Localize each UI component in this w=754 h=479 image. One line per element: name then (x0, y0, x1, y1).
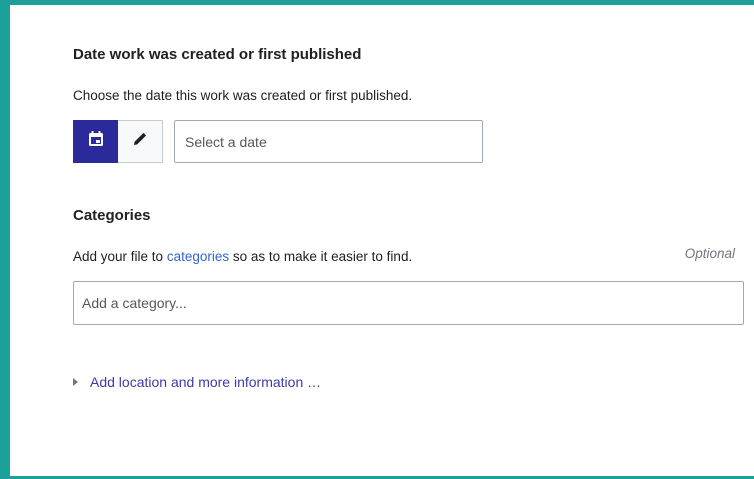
calendar-mode-button[interactable] (73, 120, 118, 163)
pencil-icon (131, 130, 149, 153)
categories-help-prefix: Add your file to (73, 249, 167, 264)
calendar-icon (87, 130, 105, 153)
categories-title: Categories (73, 207, 151, 224)
categories-help-text: Add your file to categories so as to mak… (73, 249, 412, 264)
add-location-toggle[interactable]: Add location and more information … (73, 374, 321, 390)
triangle-right-icon (73, 378, 78, 386)
category-input[interactable] (73, 281, 744, 325)
date-help-text: Choose the date this work was created or… (73, 88, 413, 103)
date-input[interactable] (174, 120, 483, 163)
upload-panel: Date work was created or first published… (0, 0, 754, 479)
manual-entry-button[interactable] (118, 120, 163, 163)
categories-link[interactable]: categories (167, 249, 229, 264)
add-location-label: Add location and more information … (90, 374, 322, 390)
date-mode-toggle (73, 120, 163, 163)
optional-label: Optional (684, 246, 735, 261)
categories-help-suffix: so as to make it easier to find. (229, 249, 413, 264)
date-section-title: Date work was created or first published (73, 46, 362, 63)
